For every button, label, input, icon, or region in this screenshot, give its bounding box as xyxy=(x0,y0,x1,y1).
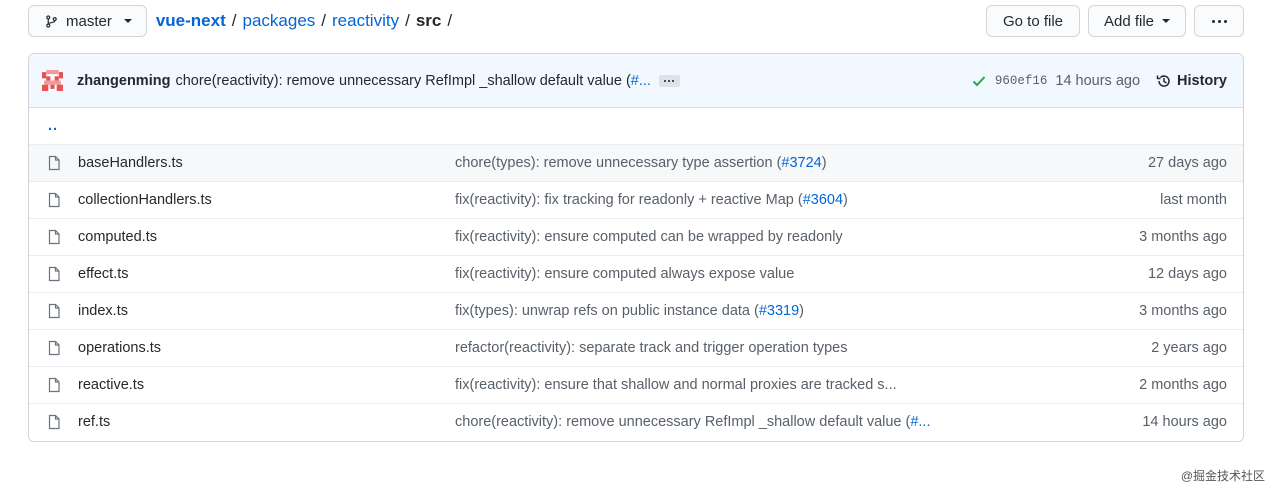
file-row[interactable]: collectionHandlers.ts fix(reactivity): fi… xyxy=(29,181,1243,218)
branch-name: master xyxy=(66,12,112,30)
breadcrumb-separator: / xyxy=(447,11,453,30)
file-commit-message[interactable]: fix(reactivity): ensure computed always … xyxy=(455,266,935,282)
breadcrumb-separator: / xyxy=(405,11,410,30)
parent-directory-row[interactable]: .. xyxy=(29,108,1243,144)
breadcrumb-packages-link[interactable]: packages xyxy=(243,11,316,31)
file-row[interactable]: computed.ts fix(reactivity): ensure compu… xyxy=(29,218,1243,255)
file-commit-text-end: ) xyxy=(843,192,848,208)
file-commit-text: fix(types): unwrap refs on public instan… xyxy=(455,303,759,319)
breadcrumb-current: src xyxy=(415,11,442,30)
file-icon xyxy=(48,414,60,430)
branch-select-button[interactable]: master xyxy=(28,5,147,37)
commit-message-text: chore(reactivity): remove unnecessary Re… xyxy=(175,72,631,89)
expand-commit-button[interactable] xyxy=(658,74,680,87)
breadcrumb-separator: / xyxy=(231,11,237,30)
file-row[interactable]: operations.ts refactor(reactivity): separ… xyxy=(29,329,1243,366)
commit-pr-link[interactable]: #... xyxy=(631,73,651,89)
file-commit-age: 12 days ago xyxy=(1147,266,1227,282)
file-name-link[interactable]: collectionHandlers.ts xyxy=(78,192,455,208)
file-commit-message[interactable]: chore(types): remove unnecessary type as… xyxy=(455,155,935,171)
history-link[interactable]: History xyxy=(1156,73,1227,89)
file-commit-pr-link[interactable]: #3724 xyxy=(781,155,821,171)
file-commit-text: fix(reactivity): ensure computed always … xyxy=(455,266,795,282)
file-commit-text: chore(reactivity): remove unnecessary Re… xyxy=(455,414,911,430)
breadcrumb: vue-next / packages / reactivity / src / xyxy=(156,11,458,31)
file-name-link[interactable]: effect.ts xyxy=(78,266,455,282)
history-label: History xyxy=(1177,72,1227,89)
file-commit-pr-link[interactable]: #3604 xyxy=(803,192,843,208)
file-name-link[interactable]: reactive.ts xyxy=(78,377,455,393)
file-commit-text: fix(reactivity): ensure computed can be … xyxy=(455,229,843,245)
file-row[interactable]: effect.ts fix(reactivity): ensure compute… xyxy=(29,255,1243,292)
file-icon xyxy=(48,229,60,245)
git-branch-icon xyxy=(46,14,57,28)
more-options-button[interactable] xyxy=(1194,5,1244,37)
breadcrumb-separator: / xyxy=(321,11,327,30)
latest-commit-bar: zhangenming chore(reactivity): remove un… xyxy=(29,54,1243,108)
commit-message[interactable]: chore(reactivity): remove unnecessary Re… xyxy=(175,73,651,89)
avatar[interactable] xyxy=(42,70,63,91)
file-icon xyxy=(48,303,60,319)
file-commit-message[interactable]: refactor(reactivity): separate track and… xyxy=(455,340,935,356)
file-commit-text-end: ) xyxy=(821,155,827,171)
file-icon xyxy=(48,266,60,282)
file-commit-pr-link[interactable]: #3319 xyxy=(759,303,799,319)
add-file-label: Add file xyxy=(1103,12,1155,30)
file-name-link[interactable]: computed.ts xyxy=(78,229,455,245)
file-name-link[interactable]: ref.ts xyxy=(78,414,455,430)
file-row[interactable]: reactive.ts fix(reactivity): ensure that … xyxy=(29,366,1243,403)
identicon-icon xyxy=(42,70,63,91)
add-file-button[interactable]: Add file xyxy=(1088,5,1186,37)
file-row[interactable]: ref.ts chore(reactivity): remove unnecess… xyxy=(29,403,1243,440)
file-commit-age: last month xyxy=(1160,192,1227,208)
history-icon xyxy=(1156,74,1170,87)
file-browser: zhangenming chore(reactivity): remove un… xyxy=(28,53,1244,442)
check-icon[interactable] xyxy=(971,73,987,89)
file-row[interactable]: baseHandlers.ts chore(types): remove unne… xyxy=(29,144,1243,181)
breadcrumb-reactivity-link[interactable]: reactivity xyxy=(332,11,399,31)
commit-sha-link[interactable]: 960ef16 xyxy=(995,74,1048,88)
file-commit-message[interactable]: fix(reactivity): ensure computed can be … xyxy=(455,229,935,245)
file-commit-message[interactable]: chore(reactivity): remove unnecessary Re… xyxy=(455,414,935,430)
caret-down-icon xyxy=(123,19,132,23)
file-commit-age: 27 days ago xyxy=(1147,155,1227,171)
caret-down-icon xyxy=(1162,19,1171,23)
parent-directory-link[interactable]: .. xyxy=(46,118,58,134)
file-commit-text: chore(types): remove unnecessary type as… xyxy=(455,155,782,171)
go-to-file-button[interactable]: Go to file xyxy=(986,5,1080,37)
file-commit-text: fix(reactivity): fix tracking for readon… xyxy=(455,192,803,208)
file-commit-text-end: ) xyxy=(799,303,805,319)
file-icon xyxy=(48,192,60,208)
file-commit-message[interactable]: fix(reactivity): ensure that shallow and… xyxy=(455,377,935,393)
file-commit-text: refactor(reactivity): separate track and… xyxy=(455,340,848,356)
file-commit-age: 2 months ago xyxy=(1139,377,1227,393)
file-name-link[interactable]: operations.ts xyxy=(78,340,455,356)
file-commit-message[interactable]: fix(reactivity): fix tracking for readon… xyxy=(455,192,935,208)
file-icon xyxy=(48,340,60,356)
file-icon xyxy=(48,377,60,393)
file-icon xyxy=(48,155,60,171)
file-commit-pr-link[interactable]: #... xyxy=(910,414,930,430)
watermark: @掘金技术社区 xyxy=(1180,469,1265,483)
file-row[interactable]: index.ts fix(types): unwrap refs on publi… xyxy=(29,292,1243,329)
commit-author-link[interactable]: zhangenming xyxy=(77,73,170,89)
file-commit-age: 2 years ago xyxy=(1151,340,1227,356)
breadcrumb-repo-link[interactable]: vue-next xyxy=(156,11,226,31)
file-commit-text: fix(reactivity): ensure that shallow and… xyxy=(455,377,897,393)
kebab-horizontal-icon xyxy=(1211,19,1227,23)
file-commit-age: 3 months ago xyxy=(1139,303,1227,319)
file-name-link[interactable]: baseHandlers.ts xyxy=(78,155,455,171)
file-commit-age: 14 hours ago xyxy=(1142,414,1227,430)
file-commit-message[interactable]: fix(types): unwrap refs on public instan… xyxy=(455,303,935,319)
repo-toolbar: master vue-next / packages / reactivity … xyxy=(28,5,1244,37)
commit-time: 14 hours ago xyxy=(1055,72,1141,89)
file-commit-age: 3 months ago xyxy=(1139,229,1227,245)
file-name-link[interactable]: index.ts xyxy=(78,303,455,319)
